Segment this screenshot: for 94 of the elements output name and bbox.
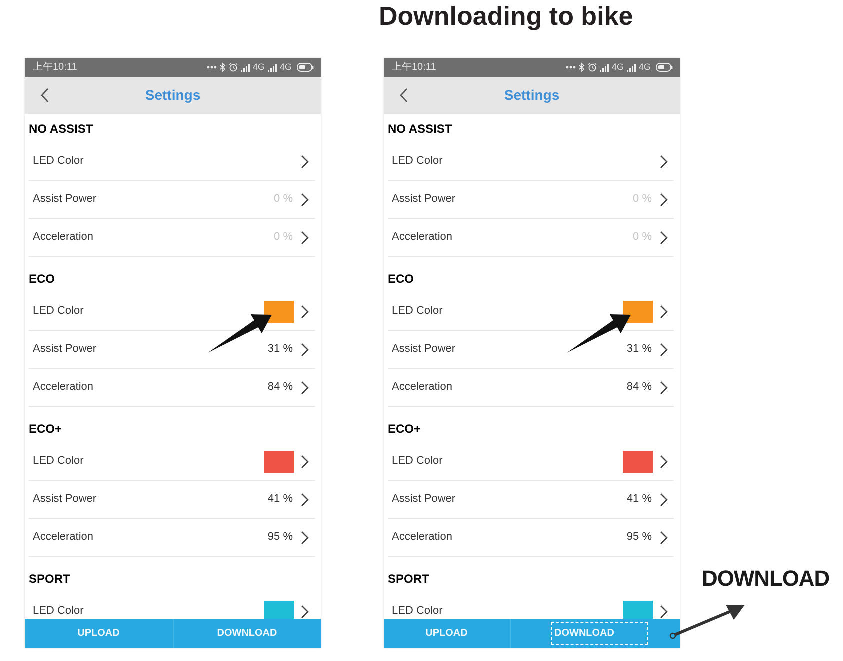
chevron-right-icon — [301, 492, 309, 506]
network-type: 4G — [280, 63, 292, 72]
setting-value: 41 % — [626, 494, 652, 505]
chevron-right-icon — [660, 492, 668, 506]
signal-icon — [600, 64, 609, 72]
settings-row[interactable]: Assist Power 41 % — [29, 481, 315, 519]
setting-label: LED Color — [392, 306, 443, 317]
setting-label: Acceleration — [392, 532, 453, 543]
setting-label: LED Color — [33, 456, 84, 467]
setting-label: LED Color — [33, 156, 84, 167]
chevron-right-icon — [301, 454, 309, 468]
more-dots-icon — [206, 66, 217, 69]
network-type: 4G — [612, 63, 624, 72]
network-type: 4G — [252, 63, 265, 72]
settings-row[interactable]: LED Color — [29, 143, 315, 181]
settings-row[interactable]: LED Color — [29, 443, 315, 481]
chevron-left-icon — [400, 88, 408, 103]
status-time: 上午10:11 — [392, 62, 436, 72]
chevron-right-icon — [660, 192, 668, 206]
chevron-right-icon — [660, 230, 668, 244]
callout-label: DOWNLOAD — [702, 566, 830, 591]
setting-value: 95 % — [268, 532, 293, 543]
chevron-right-icon — [660, 604, 668, 618]
chevron-right-icon — [301, 530, 309, 544]
setting-value: 0 % — [633, 232, 652, 243]
setting-label: Assist Power — [33, 344, 97, 355]
chevron-right-icon — [660, 454, 668, 468]
signal-icon — [626, 64, 636, 72]
chevron-right-icon — [301, 604, 309, 618]
network-type: 4G — [638, 63, 651, 72]
setting-label: Assist Power — [392, 194, 456, 205]
signal-icon — [268, 64, 277, 72]
section-title: NO ASSIST — [388, 122, 452, 136]
setting-value: 0 % — [274, 194, 293, 205]
section-title: SPORT — [388, 572, 430, 586]
chevron-right-icon — [301, 154, 309, 168]
chevron-right-icon — [301, 342, 309, 356]
setting-label: Assist Power — [33, 194, 97, 205]
signal-icon — [240, 64, 250, 72]
chevron-right-icon — [301, 230, 309, 244]
setting-value: 84 % — [626, 382, 652, 393]
bluetooth-icon — [578, 63, 585, 72]
setting-label: LED Color — [392, 456, 443, 467]
chevron-right-icon — [301, 304, 309, 318]
setting-label: Acceleration — [33, 232, 94, 243]
setting-label: Acceleration — [392, 232, 453, 243]
setting-label: LED Color — [392, 606, 443, 617]
chevron-right-icon — [660, 304, 668, 318]
header-title: Settings — [503, 86, 561, 105]
settings-row[interactable]: Acceleration 95 % — [388, 519, 674, 557]
settings-row[interactable]: Assist Power 41 % — [388, 481, 674, 519]
settings-row[interactable]: Acceleration 84 % — [388, 369, 674, 407]
setting-label: Assist Power — [392, 494, 456, 505]
chevron-right-icon — [301, 380, 309, 394]
alarm-clock-icon — [228, 63, 238, 72]
chevron-right-icon — [660, 154, 668, 168]
bluetooth-icon — [220, 63, 226, 72]
chevron-right-icon — [301, 192, 309, 206]
page-title: Downloading to bike — [379, 1, 634, 31]
setting-value: 84 % — [268, 382, 293, 393]
setting-label: Acceleration — [33, 382, 94, 393]
setting-label: LED Color — [33, 306, 84, 317]
chevron-left-icon — [41, 88, 49, 103]
settings-row[interactable]: Acceleration 95 % — [29, 519, 315, 557]
section-title: ECO+ — [29, 422, 62, 436]
chevron-right-icon — [660, 342, 668, 356]
section-title: SPORT — [29, 572, 70, 586]
setting-label: Acceleration — [33, 532, 94, 543]
section-title: ECO+ — [388, 422, 422, 436]
setting-value: 41 % — [268, 494, 293, 505]
setting-label: Assist Power — [392, 344, 456, 355]
alarm-clock-icon — [588, 63, 597, 72]
setting-label: Assist Power — [33, 494, 97, 505]
settings-row[interactable]: LED Color — [388, 143, 674, 181]
section-title: ECO — [388, 272, 414, 286]
battery-icon — [297, 63, 314, 72]
settings-row[interactable]: Acceleration 84 % — [29, 369, 315, 407]
section-title: NO ASSIST — [29, 122, 94, 136]
chevron-right-icon — [660, 530, 668, 544]
setting-label: LED Color — [392, 156, 443, 167]
setting-value: 0 % — [633, 194, 652, 205]
setting-value: 95 % — [626, 532, 652, 543]
setting-label: LED Color — [33, 606, 84, 617]
setting-value: 31 % — [626, 344, 652, 355]
section-title: ECO — [29, 272, 56, 286]
setting-value: 0 % — [274, 232, 293, 243]
settings-row[interactable]: LED Color — [388, 443, 674, 481]
header-title: Settings — [144, 86, 202, 105]
setting-label: Acceleration — [392, 382, 453, 393]
chevron-right-icon — [660, 380, 668, 394]
setting-value: 31 % — [268, 344, 293, 355]
battery-icon — [656, 63, 673, 72]
status-time: 上午10:11 — [33, 62, 78, 72]
more-dots-icon — [566, 66, 576, 69]
